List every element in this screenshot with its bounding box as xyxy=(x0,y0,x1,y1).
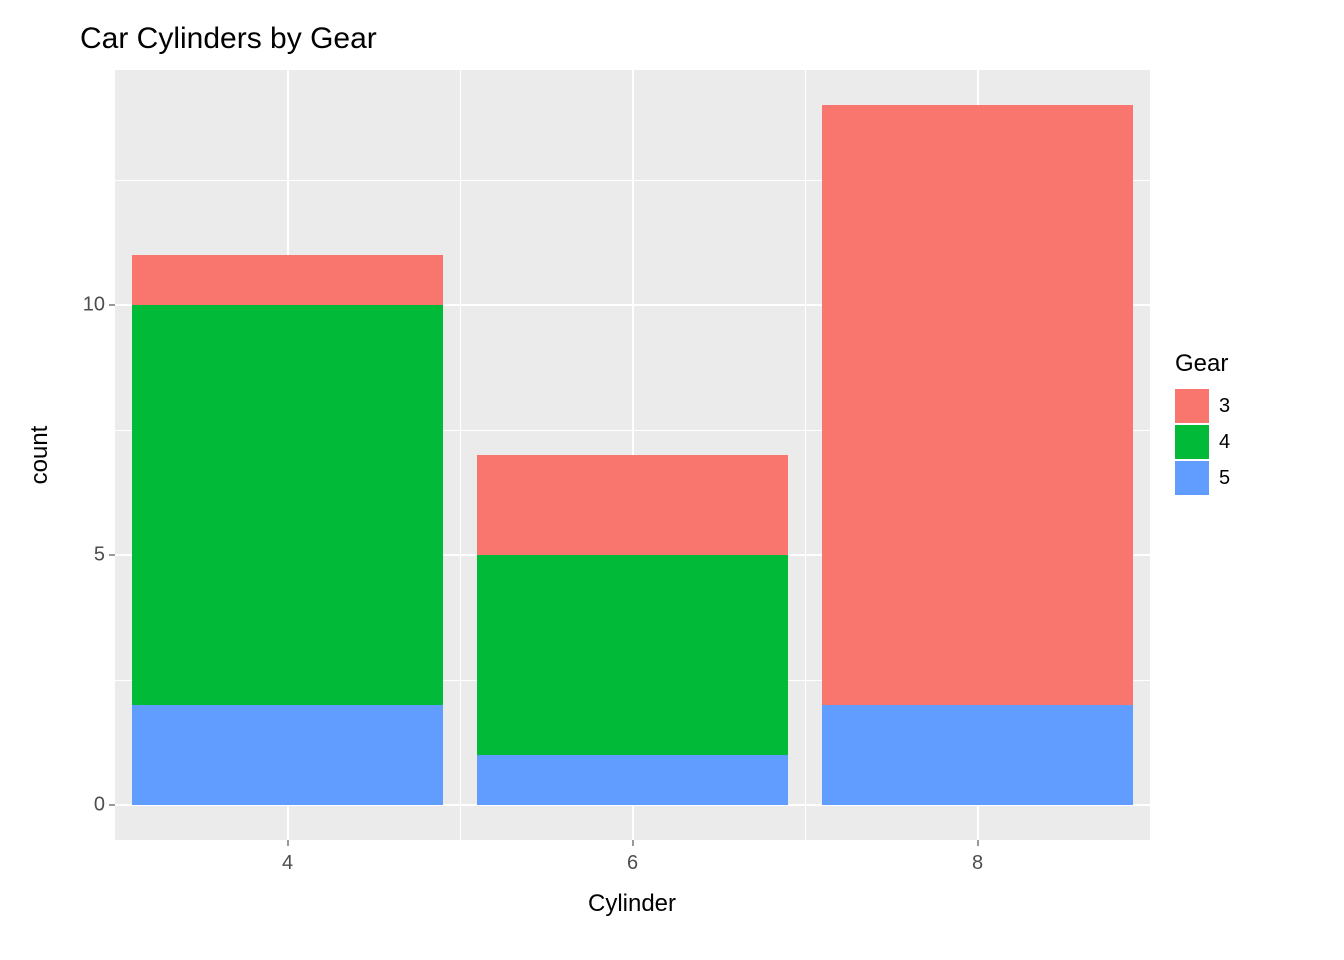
y-axis-label: count xyxy=(26,426,54,485)
y-tick-mark xyxy=(109,805,115,806)
legend-swatch xyxy=(1175,425,1209,459)
y-tick-label: 5 xyxy=(65,544,105,567)
legend-item-gear-3: 3 xyxy=(1175,388,1230,424)
legend-item-gear-4: 4 xyxy=(1175,424,1230,460)
legend-item-gear-5: 5 xyxy=(1175,460,1230,496)
x-tick-label: 6 xyxy=(627,852,638,875)
x-tick-mark xyxy=(287,840,288,846)
legend: Gear 3 4 5 xyxy=(1175,350,1230,496)
y-tick-mark xyxy=(109,305,115,306)
x-tick-mark xyxy=(977,840,978,846)
legend-label: 4 xyxy=(1219,431,1230,454)
bar-segment-gear-3 xyxy=(822,105,1133,705)
plot-title: Car Cylinders by Gear xyxy=(80,22,377,56)
bar-stack xyxy=(822,70,1133,805)
x-axis-label: Cylinder xyxy=(588,890,676,918)
bar-segment-gear-5 xyxy=(822,705,1133,805)
legend-swatch xyxy=(1175,389,1209,423)
legend-swatch xyxy=(1175,461,1209,495)
bar-segment-gear-5 xyxy=(132,705,443,805)
plot-panel xyxy=(115,70,1150,840)
bar-segment-gear-5 xyxy=(477,755,788,805)
y-tick-label: 10 xyxy=(65,294,105,317)
bar-segment-gear-3 xyxy=(477,455,788,555)
bar-segment-gear-4 xyxy=(132,305,443,705)
y-tick-mark xyxy=(109,555,115,556)
x-tick-label: 4 xyxy=(282,852,293,875)
bar-stack xyxy=(132,70,443,805)
chart-frame: Car Cylinders by Gear count Cylinder Gea… xyxy=(0,0,1344,960)
grid-v-minor xyxy=(805,70,806,840)
bar-stack xyxy=(477,70,788,805)
bar-segment-gear-4 xyxy=(477,555,788,755)
x-tick-label: 8 xyxy=(972,852,983,875)
x-tick-mark xyxy=(632,840,633,846)
bar-segment-gear-3 xyxy=(132,255,443,305)
grid-v-minor xyxy=(460,70,461,840)
legend-label: 5 xyxy=(1219,467,1230,490)
legend-label: 3 xyxy=(1219,395,1230,418)
legend-title: Gear xyxy=(1175,350,1230,378)
y-tick-label: 0 xyxy=(65,794,105,817)
